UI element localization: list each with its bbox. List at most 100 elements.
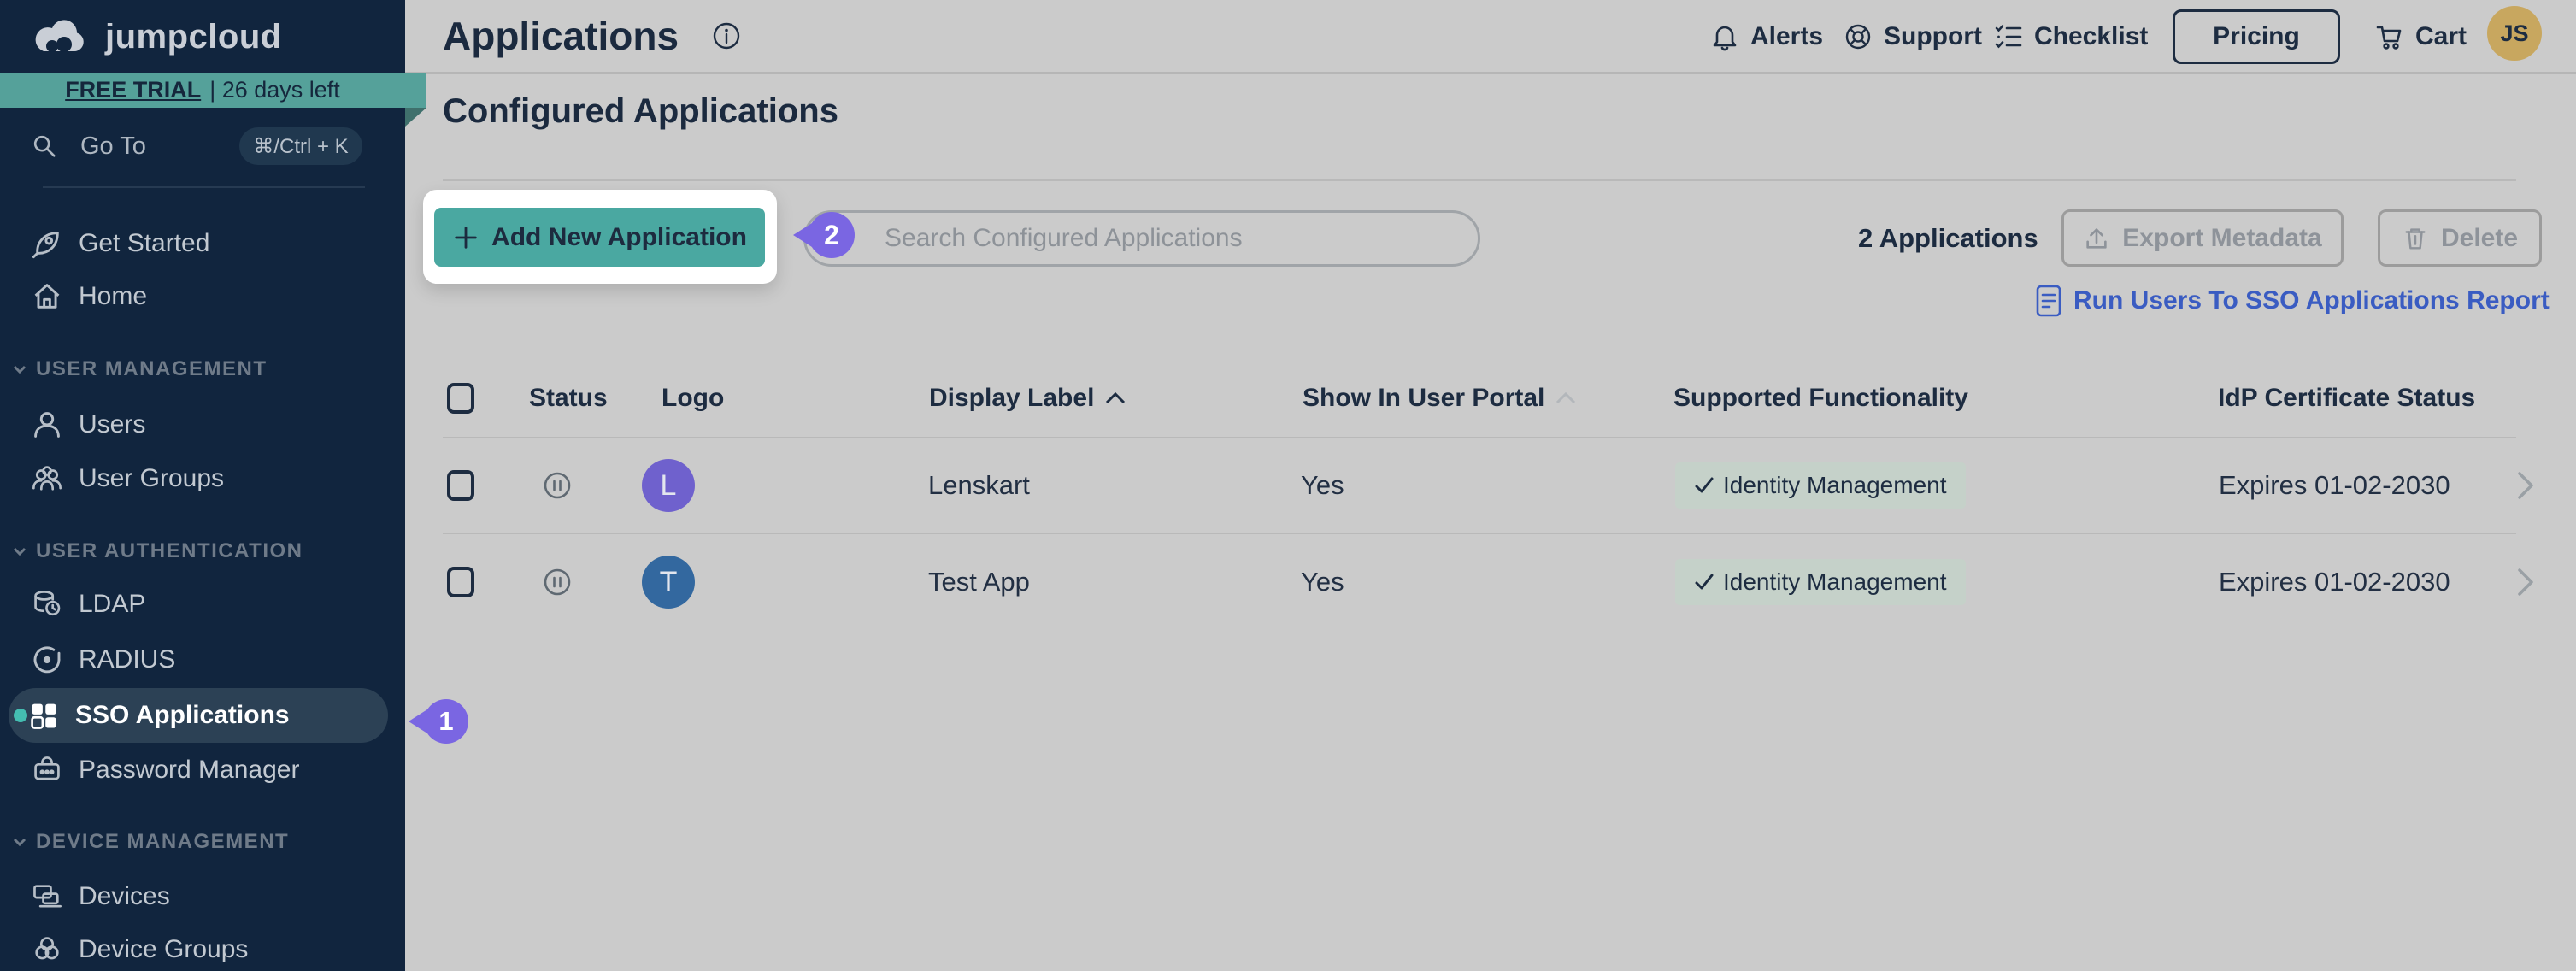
status-paused-icon bbox=[543, 568, 572, 597]
alerts-label: Alerts bbox=[1750, 22, 1823, 51]
sidebar-item-sso-applications[interactable]: SSO Applications bbox=[9, 688, 388, 743]
page-title: Applications bbox=[443, 13, 679, 59]
certificate-status: Expires 01-02-2030 bbox=[2219, 567, 2450, 597]
show-in-portal-value: Yes bbox=[1301, 470, 1344, 501]
sidebar-item-label: Get Started bbox=[79, 229, 209, 258]
radius-icon bbox=[31, 644, 63, 676]
avatar[interactable]: JS bbox=[2487, 6, 2542, 61]
devices-icon bbox=[31, 880, 63, 913]
sidebar-item-label: Users bbox=[79, 410, 145, 439]
sidebar-divider bbox=[43, 186, 365, 188]
keyboard-shortcut-badge: ⌘/Ctrl + K bbox=[239, 127, 362, 165]
checklist-label: Checklist bbox=[2034, 22, 2148, 51]
chevron-down-icon bbox=[10, 542, 29, 561]
section-subtitle: Configured Applications bbox=[443, 92, 838, 131]
add-button-label: Add New Application bbox=[491, 223, 747, 252]
chevron-right-icon[interactable] bbox=[2513, 468, 2538, 503]
column-header-status[interactable]: Status bbox=[529, 384, 608, 413]
free-trial-banner[interactable]: FREE TRIAL | 26 days left bbox=[0, 73, 426, 108]
section-title: DEVICE MANAGEMENT bbox=[36, 830, 289, 854]
sidebar-section-user-management[interactable]: USER MANAGEMENT bbox=[10, 349, 268, 390]
checklist-icon bbox=[1993, 21, 2024, 52]
sidebar: jumpcloud Go To ⌘/Ctrl + K Get Started H… bbox=[0, 0, 405, 971]
jumpcloud-logo[interactable]: jumpcloud bbox=[23, 7, 282, 67]
support-button[interactable]: Support bbox=[1843, 0, 1982, 74]
trial-days-left: | 26 days left bbox=[209, 77, 340, 103]
sidebar-item-device-groups[interactable]: Device Groups bbox=[0, 923, 405, 971]
search-input[interactable] bbox=[806, 213, 1478, 264]
ldap-database-icon bbox=[31, 588, 63, 621]
sidebar-item-password-manager[interactable]: Password Manager bbox=[0, 744, 405, 797]
trial-highlight: FREE TRIAL bbox=[65, 77, 201, 103]
delete-button[interactable]: Delete bbox=[2378, 209, 2542, 267]
show-in-portal-value: Yes bbox=[1301, 567, 1344, 597]
device-groups-icon bbox=[31, 933, 63, 966]
top-header: Applications Alerts Support bbox=[405, 0, 2576, 74]
upload-icon bbox=[2083, 225, 2110, 252]
status-paused-icon bbox=[543, 471, 572, 500]
column-header-supported-functionality[interactable]: Supported Functionality bbox=[1673, 384, 1968, 413]
run-sso-report-link[interactable]: Run Users To SSO Applications Report bbox=[2036, 282, 2550, 320]
sidebar-item-user-groups[interactable]: User Groups bbox=[0, 452, 405, 505]
table-header-row: Status Logo Display Label Show In User P… bbox=[443, 359, 2516, 438]
section-title: USER AUTHENTICATION bbox=[36, 539, 303, 563]
sidebar-item-label: SSO Applications bbox=[75, 701, 290, 730]
check-icon bbox=[1694, 475, 1714, 496]
table-row[interactable]: T Test App Yes Identity Management Expir… bbox=[443, 534, 2516, 630]
sidebar-item-get-started[interactable]: Get Started bbox=[0, 217, 405, 270]
tutorial-step-2-badge: 2 bbox=[809, 212, 855, 258]
sidebar-item-ldap[interactable]: LDAP bbox=[0, 578, 405, 631]
column-header-display-label[interactable]: Display Label bbox=[929, 384, 1126, 413]
row-checkbox[interactable] bbox=[447, 470, 474, 501]
functionality-chip: Identity Management bbox=[1675, 559, 1966, 605]
sidebar-item-devices[interactable]: Devices bbox=[0, 870, 405, 923]
applications-count: 2 Applications bbox=[1858, 210, 2038, 267]
banner-fold-decoration bbox=[405, 108, 426, 127]
alerts-button[interactable]: Alerts bbox=[1709, 0, 1823, 74]
goto-label: Go To bbox=[80, 132, 146, 161]
report-document-icon bbox=[2036, 285, 2061, 317]
jumpcloud-admin-console: jumpcloud Go To ⌘/Ctrl + K Get Started H… bbox=[0, 0, 2576, 971]
sidebar-item-label: Home bbox=[79, 282, 147, 311]
chevron-right-icon[interactable] bbox=[2513, 564, 2538, 600]
sort-inactive-icon bbox=[1555, 391, 1577, 406]
sidebar-item-label: Password Manager bbox=[79, 756, 299, 785]
sidebar-item-label: RADIUS bbox=[79, 645, 175, 674]
cart-label: Cart bbox=[2415, 22, 2467, 51]
sidebar-item-label: Device Groups bbox=[79, 935, 248, 964]
delete-label: Delete bbox=[2441, 224, 2518, 253]
column-header-logo[interactable]: Logo bbox=[662, 384, 724, 413]
export-metadata-button[interactable]: Export Metadata bbox=[2061, 209, 2344, 267]
user-group-icon bbox=[31, 462, 63, 495]
password-vault-icon bbox=[31, 754, 63, 786]
column-header-show-in-user-portal[interactable]: Show In User Portal bbox=[1303, 384, 1577, 413]
column-header-idp-certificate-status[interactable]: IdP Certificate Status bbox=[2218, 384, 2475, 413]
trash-icon bbox=[2402, 225, 2429, 252]
sidebar-item-label: User Groups bbox=[79, 464, 224, 493]
checklist-button[interactable]: Checklist bbox=[1993, 0, 2148, 74]
sidebar-item-radius[interactable]: RADIUS bbox=[0, 633, 405, 686]
cart-button[interactable]: Cart bbox=[2374, 0, 2467, 74]
sidebar-section-user-authentication[interactable]: USER AUTHENTICATION bbox=[10, 531, 303, 572]
support-label: Support bbox=[1884, 22, 1982, 51]
search-field-wrap bbox=[803, 210, 1480, 267]
rocket-icon bbox=[31, 227, 63, 260]
sidebar-item-label: Devices bbox=[79, 882, 170, 911]
app-logo: T bbox=[642, 556, 695, 609]
pricing-button[interactable]: Pricing bbox=[2173, 9, 2340, 64]
goto-search[interactable]: Go To ⌘/Ctrl + K bbox=[0, 127, 405, 166]
sidebar-item-users[interactable]: Users bbox=[0, 398, 405, 451]
table-row[interactable]: L Lenskart Yes Identity Management Expir… bbox=[443, 438, 2516, 534]
main-content: Applications Alerts Support bbox=[405, 0, 2576, 971]
bell-icon bbox=[1709, 21, 1740, 52]
report-link-label: Run Users To SSO Applications Report bbox=[2073, 286, 2550, 315]
life-ring-icon bbox=[1843, 21, 1873, 52]
cart-icon bbox=[2374, 21, 2405, 52]
display-label: Test App bbox=[928, 567, 1030, 597]
sidebar-section-device-management[interactable]: DEVICE MANAGEMENT bbox=[10, 821, 289, 862]
row-checkbox[interactable] bbox=[447, 567, 474, 597]
info-icon[interactable] bbox=[711, 21, 742, 51]
sidebar-item-home[interactable]: Home bbox=[0, 270, 405, 323]
add-new-application-button[interactable]: Add New Application bbox=[434, 208, 765, 267]
select-all-checkbox[interactable] bbox=[447, 383, 474, 414]
